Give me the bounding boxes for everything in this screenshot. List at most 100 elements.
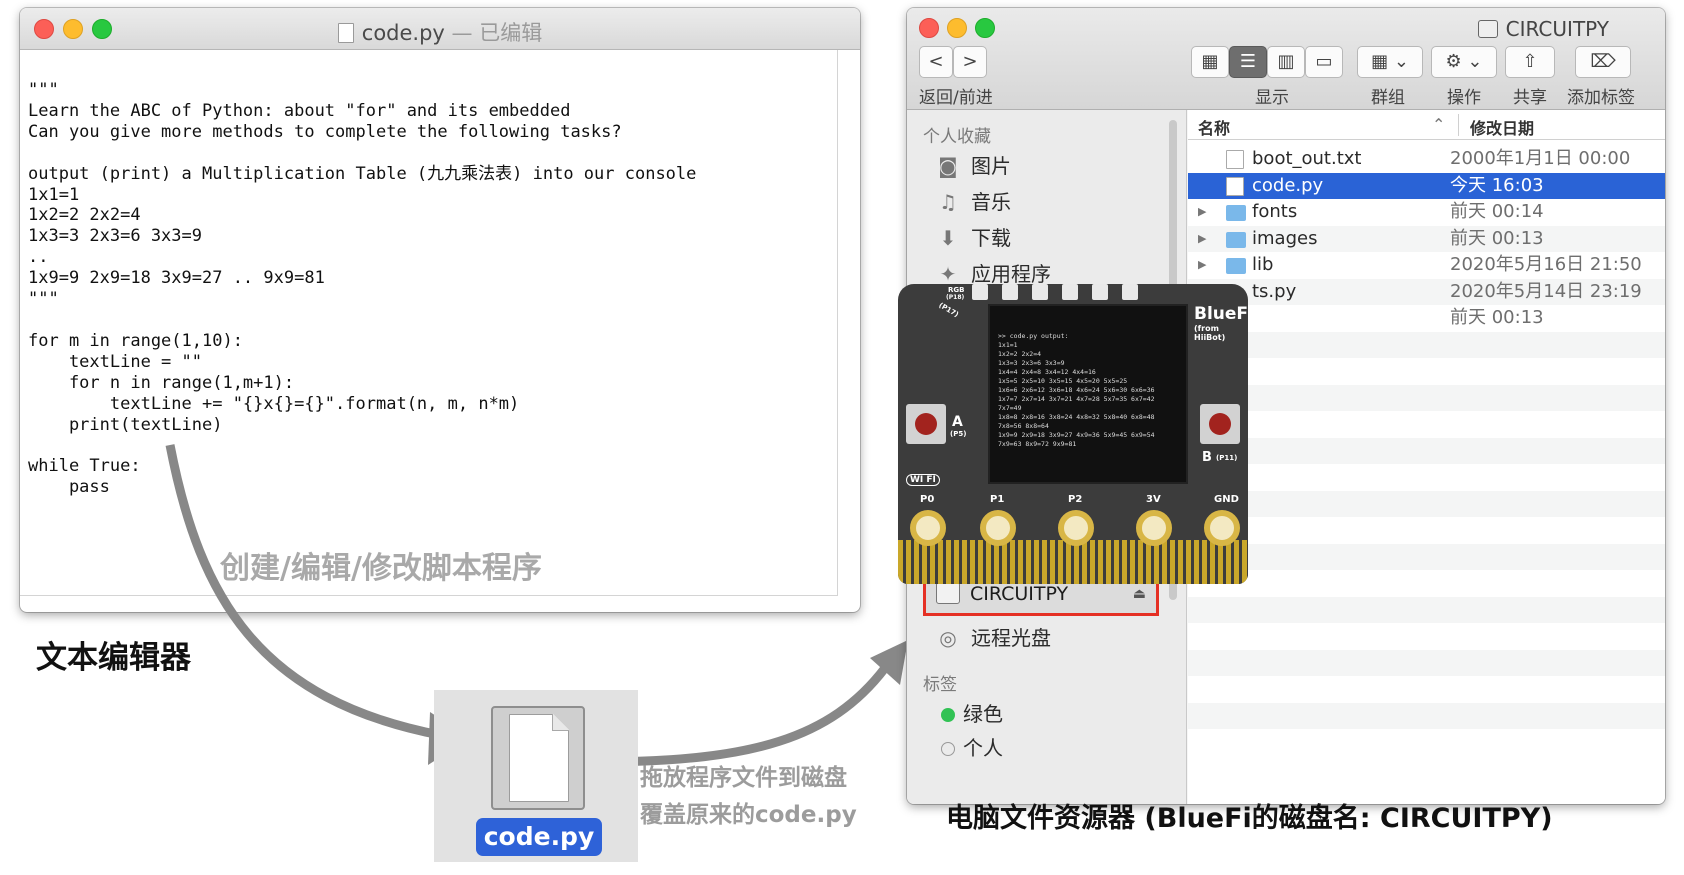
pin-pad bbox=[1204, 510, 1240, 546]
bluefi-board-photo: RGB (P18) (P17) >> code.py output: 1x1=1… bbox=[898, 284, 1248, 584]
pin-label: P1 bbox=[990, 494, 1005, 505]
empty-row bbox=[1188, 623, 1665, 650]
finder-toolbar: CIRCUITPY < > 返回/前进 ▦ ☰ ▥ ▭ 显示 ▦ ⌄ 群组 ⚙ … bbox=[907, 8, 1665, 110]
empty-row bbox=[1188, 358, 1665, 385]
button-a[interactable] bbox=[906, 404, 946, 444]
dragged-file-name: code.py bbox=[476, 818, 602, 856]
file-name: code.py bbox=[1252, 174, 1324, 196]
board-screen: >> code.py output: 1x1=1 1x2=2 2x2=4 1x3… bbox=[988, 304, 1188, 484]
empty-row bbox=[1188, 331, 1665, 358]
empty-row bbox=[1188, 596, 1665, 623]
led-icon bbox=[972, 284, 988, 300]
green-tag-icon bbox=[941, 708, 955, 722]
file-icon bbox=[491, 706, 585, 810]
file-row[interactable]: ▶ images 前天 00:13 bbox=[1188, 225, 1665, 253]
led-icon bbox=[1032, 284, 1048, 300]
finder-title: CIRCUITPY bbox=[1477, 17, 1609, 41]
back-button[interactable]: < bbox=[919, 46, 953, 78]
finder-caption: 电脑文件资源器 (BlueFi的磁盘名: CIRCUITPY) bbox=[946, 803, 1553, 834]
sidebar-tag-green[interactable]: 绿色 bbox=[933, 698, 1003, 730]
finder-close-button[interactable] bbox=[919, 18, 939, 38]
arrow-head-disk bbox=[870, 640, 908, 685]
sidebar-item-label: 音乐 bbox=[971, 190, 1011, 214]
sidebar-item-label: 远程光盘 bbox=[971, 626, 1051, 650]
button-b[interactable] bbox=[1200, 404, 1240, 444]
button-a-label: A bbox=[952, 414, 963, 430]
gallery-view-button[interactable]: ▭ bbox=[1305, 46, 1343, 78]
disclosure-triangle-icon[interactable]: ▶ bbox=[1198, 252, 1206, 279]
drag-caption-line1: 拖放程序文件到磁盘 bbox=[640, 765, 847, 791]
file-row[interactable]: ▶ lib 2020年5月16日 21:50 bbox=[1188, 252, 1665, 279]
finder-minimize-button[interactable] bbox=[947, 18, 967, 38]
empty-row bbox=[1188, 543, 1665, 570]
icon-view-button[interactable]: ▦ bbox=[1191, 46, 1229, 78]
file-row[interactable]: code.py 今天 16:03 bbox=[1188, 172, 1665, 199]
pin-pad bbox=[980, 510, 1016, 546]
action-button[interactable]: ⚙ ⌄ bbox=[1431, 46, 1497, 78]
file-list: 名称 ⌃ 修改日期 boot_out.txt 2000年1月1日 00:00 cod… bbox=[1188, 110, 1665, 804]
button-a-pin: (P5) bbox=[950, 430, 967, 438]
file-name: images bbox=[1252, 227, 1318, 249]
disclosure-triangle-icon[interactable]: ▶ bbox=[1198, 199, 1206, 226]
screen-output: >> code.py output: 1x1=1 1x2=2 2x2=4 1x3… bbox=[998, 332, 1155, 448]
file-name: fonts bbox=[1252, 201, 1298, 222]
arrow-file-to-disk bbox=[609, 665, 889, 767]
file-row[interactable]: ▶ fonts 前天 00:14 bbox=[1188, 199, 1665, 226]
sort-ascending-icon[interactable]: ⌃ bbox=[1432, 115, 1445, 134]
sidebar-item-downloads[interactable]: ⬇ 下载 bbox=[933, 222, 1011, 254]
column-view-button[interactable]: ▥ bbox=[1267, 46, 1305, 78]
sidebar-item-pictures[interactable]: ◙ 图片 bbox=[933, 150, 1011, 182]
file-name: boot_out.txt bbox=[1252, 148, 1362, 169]
file-date: 前天 00:13 bbox=[1450, 307, 1544, 328]
external-drive-icon bbox=[936, 582, 960, 604]
dragged-file[interactable]: code.py bbox=[434, 690, 638, 862]
sidebar-tag-personal[interactable]: 个人 bbox=[933, 732, 1003, 764]
file-date: 2000年1月1日 00:00 bbox=[1450, 148, 1631, 169]
empty-row bbox=[1188, 464, 1665, 491]
share-button[interactable]: ⇧ bbox=[1505, 46, 1555, 78]
download-icon: ⬇ bbox=[939, 226, 957, 250]
editor-text-area[interactable]: """ Learn the ABC of Python: about "for"… bbox=[20, 50, 838, 596]
action-label: 操作 bbox=[1447, 88, 1481, 108]
sidebar-item-remote-disc[interactable]: ◎ 远程光盘 bbox=[933, 622, 1051, 654]
drag-caption-line2: 覆盖原来的code.py bbox=[640, 802, 857, 828]
gray-tag-icon bbox=[941, 742, 955, 756]
tag-button[interactable]: ⌦ bbox=[1575, 46, 1631, 78]
empty-row bbox=[1188, 649, 1665, 676]
list-view-button[interactable]: ☰ bbox=[1229, 46, 1267, 78]
pin-label: 3V bbox=[1146, 494, 1161, 505]
empty-row bbox=[1188, 702, 1665, 729]
wifi-label: WI FI bbox=[906, 474, 940, 486]
drive-icon bbox=[1477, 20, 1498, 38]
sidebar-item-label: CIRCUITPY bbox=[970, 583, 1069, 605]
file-row[interactable]: 前天 00:13 bbox=[1188, 305, 1665, 332]
sidebar-item-label: 下载 bbox=[971, 226, 1011, 250]
disc-icon: ◎ bbox=[939, 626, 957, 650]
list-header: 名称 ⌃ 修改日期 bbox=[1188, 110, 1665, 140]
edit-caption: 创建/编辑/修改脚本程序 bbox=[220, 551, 542, 586]
led-icon bbox=[1122, 284, 1138, 300]
column-header-name[interactable]: 名称 bbox=[1198, 115, 1230, 139]
share-label: 共享 bbox=[1513, 88, 1547, 108]
sidebar-item-music[interactable]: ♫ 音乐 bbox=[933, 186, 1011, 218]
group-button[interactable]: ▦ ⌄ bbox=[1357, 46, 1423, 78]
file-row[interactable]: boot_out.txt 2000年1月1日 00:00 bbox=[1188, 146, 1665, 173]
column-header-date[interactable]: 修改日期 bbox=[1470, 115, 1534, 139]
editor-title-status: — 已编辑 bbox=[444, 21, 543, 45]
editor-title-file: code.py bbox=[361, 21, 445, 45]
disclosure-triangle-icon[interactable]: ▶ bbox=[1198, 226, 1206, 253]
finder-zoom-button[interactable] bbox=[975, 18, 995, 38]
rgb-label: RGB bbox=[948, 286, 965, 294]
finder-title-text: CIRCUITPY bbox=[1505, 17, 1609, 41]
file-row[interactable]: ts.py 2020年5月14日 23:19 bbox=[1188, 278, 1665, 305]
folder-icon bbox=[1226, 258, 1246, 274]
document-icon bbox=[337, 23, 354, 43]
empty-row bbox=[1188, 676, 1665, 703]
code-content[interactable]: """ Learn the ABC of Python: about "for"… bbox=[28, 80, 696, 498]
forward-button[interactable]: > bbox=[953, 46, 987, 78]
editor-titlebar[interactable]: code.py — 已编辑 bbox=[20, 8, 860, 50]
board-name: BlueFi bbox=[1194, 304, 1248, 324]
file-name: lib bbox=[1252, 254, 1274, 275]
sidebar-item-label: 图片 bbox=[971, 154, 1011, 178]
file-date: 前天 00:14 bbox=[1450, 201, 1544, 222]
